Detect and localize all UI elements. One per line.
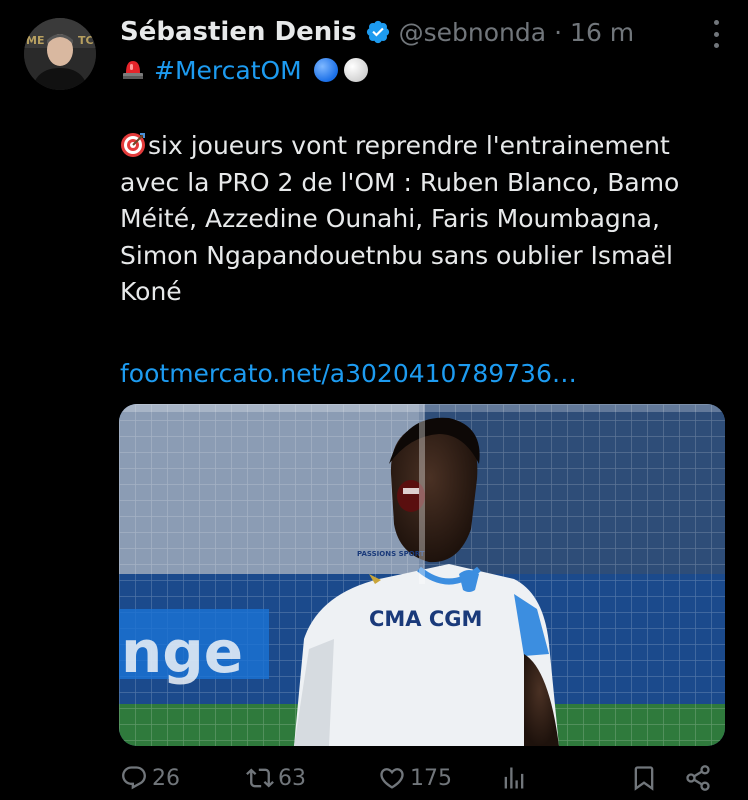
- hashtag-link[interactable]: #MercatOM: [154, 56, 302, 85]
- tweet-text: six joueurs vont reprendre l'entrainemen…: [120, 128, 720, 311]
- svg-text:TC: TC: [78, 34, 94, 47]
- tweet-body: six joueurs vont reprendre l'entrainemen…: [120, 131, 680, 306]
- more-icon[interactable]: [710, 20, 722, 48]
- article-link[interactable]: footmercato.net/a3020410789736…: [120, 359, 577, 388]
- action-bar: 26 63 175: [0, 760, 748, 800]
- siren-emoji-icon: [120, 57, 146, 83]
- reply-count: 26: [152, 765, 180, 791]
- views-button[interactable]: [500, 764, 532, 792]
- reply-icon: [122, 766, 146, 790]
- banner-text: nge: [121, 618, 243, 686]
- tweet-header: Sébastien Denis @sebnonda · 16 m: [120, 14, 634, 50]
- bookmark-button[interactable]: [630, 764, 662, 792]
- jersey-sponsor-text: CMA CGM: [369, 607, 482, 631]
- direct-hit-emoji-icon: [120, 132, 146, 158]
- repost-button[interactable]: 63: [246, 764, 306, 792]
- heart-icon: [380, 768, 404, 789]
- author-handle[interactable]: @sebnonda: [399, 18, 546, 47]
- verified-badge-icon: [365, 19, 391, 45]
- reply-button[interactable]: 26: [120, 764, 180, 792]
- avatar[interactable]: ME TC: [24, 18, 96, 90]
- repost-count: 63: [278, 765, 306, 791]
- views-icon: [504, 767, 524, 789]
- separator-dot: ·: [554, 17, 563, 47]
- white-circle-emoji-icon: [343, 58, 368, 82]
- like-button[interactable]: 175: [378, 764, 452, 792]
- timestamp[interactable]: 16 m: [570, 18, 634, 47]
- share-icon: [686, 765, 710, 791]
- share-button[interactable]: [684, 764, 716, 792]
- like-count: 175: [410, 765, 452, 791]
- bookmark-icon: [634, 766, 654, 791]
- blue-circle-emoji-icon: [313, 58, 338, 82]
- author-name[interactable]: Sébastien Denis: [120, 17, 357, 47]
- svg-text:ME: ME: [26, 34, 44, 47]
- sleeve-text: PASSIONS SPORT: [357, 550, 425, 558]
- repost-icon: [246, 768, 274, 788]
- tweet-media-image[interactable]: nge CMA CGM PASSIONS SPORT: [119, 404, 725, 746]
- hashtag-line: #MercatOM: [120, 53, 368, 87]
